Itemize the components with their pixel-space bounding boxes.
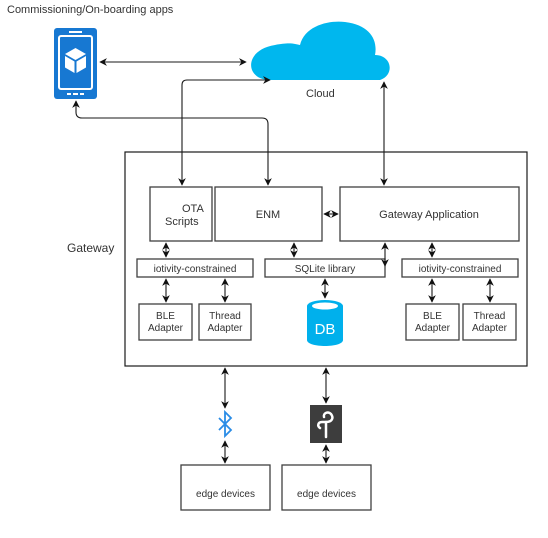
- enm-box: ENM: [214, 186, 323, 242]
- svg-text:Thread: Thread: [209, 311, 241, 322]
- edge-devices-right-box: edge devices: [281, 464, 372, 511]
- svg-text:Adapter: Adapter: [148, 323, 184, 334]
- gateway-label: Gateway: [67, 241, 114, 255]
- edge-devices-left-box: edge devices: [180, 464, 271, 511]
- svg-text:DB: DB: [315, 321, 336, 338]
- svg-text:Adapter: Adapter: [207, 323, 243, 334]
- iotivity-constrained-left-box: iotivity-constrained: [136, 258, 254, 278]
- svg-text:Thread: Thread: [474, 311, 506, 322]
- svg-text:ENM: ENM: [256, 209, 280, 221]
- svg-text:Adapter: Adapter: [472, 323, 508, 334]
- architecture-diagram: Commissioning/On-boarding apps Cloud Gat…: [7, 4, 528, 511]
- svg-text:Scripts: Scripts: [165, 216, 199, 228]
- commissioning-apps-label: Commissioning/On-boarding apps: [7, 4, 174, 16]
- cloud-label: Cloud: [306, 88, 335, 100]
- svg-text:Gateway Application: Gateway Application: [379, 209, 479, 221]
- svg-text:OTA: OTA: [182, 203, 204, 215]
- gateway-application-box: Gateway Application: [339, 186, 520, 242]
- thread-adapter-left-box: Thread Adapter: [198, 303, 252, 341]
- cloud-icon: [251, 21, 390, 80]
- svg-text:SQLite library: SQLite library: [295, 264, 356, 275]
- database-icon: DB: [307, 300, 343, 346]
- bluetooth-icon: [218, 409, 233, 439]
- iotivity-constrained-right-box: iotivity-constrained: [401, 258, 519, 278]
- svg-text:Adapter: Adapter: [415, 323, 451, 334]
- sqlite-library-box: SQLite library: [264, 258, 386, 278]
- tablet-app-icon: [54, 28, 97, 99]
- svg-text:iotivity-constrained: iotivity-constrained: [154, 264, 237, 275]
- svg-text:BLE: BLE: [423, 311, 442, 322]
- ota-scripts-box: OTA Scripts: [149, 186, 213, 242]
- ble-adapter-right-box: BLE Adapter: [405, 303, 460, 341]
- connector-ota-cloud: [178, 76, 271, 186]
- svg-text:iotivity-constrained: iotivity-constrained: [419, 264, 502, 275]
- thread-icon: [310, 405, 342, 443]
- svg-text:BLE: BLE: [156, 311, 175, 322]
- svg-text:edge devices: edge devices: [196, 489, 255, 500]
- svg-text:edge devices: edge devices: [297, 489, 356, 500]
- thread-adapter-right-box: Thread Adapter: [462, 303, 517, 341]
- ble-adapter-left-box: BLE Adapter: [138, 303, 193, 341]
- connector-enm-phone: [72, 100, 272, 186]
